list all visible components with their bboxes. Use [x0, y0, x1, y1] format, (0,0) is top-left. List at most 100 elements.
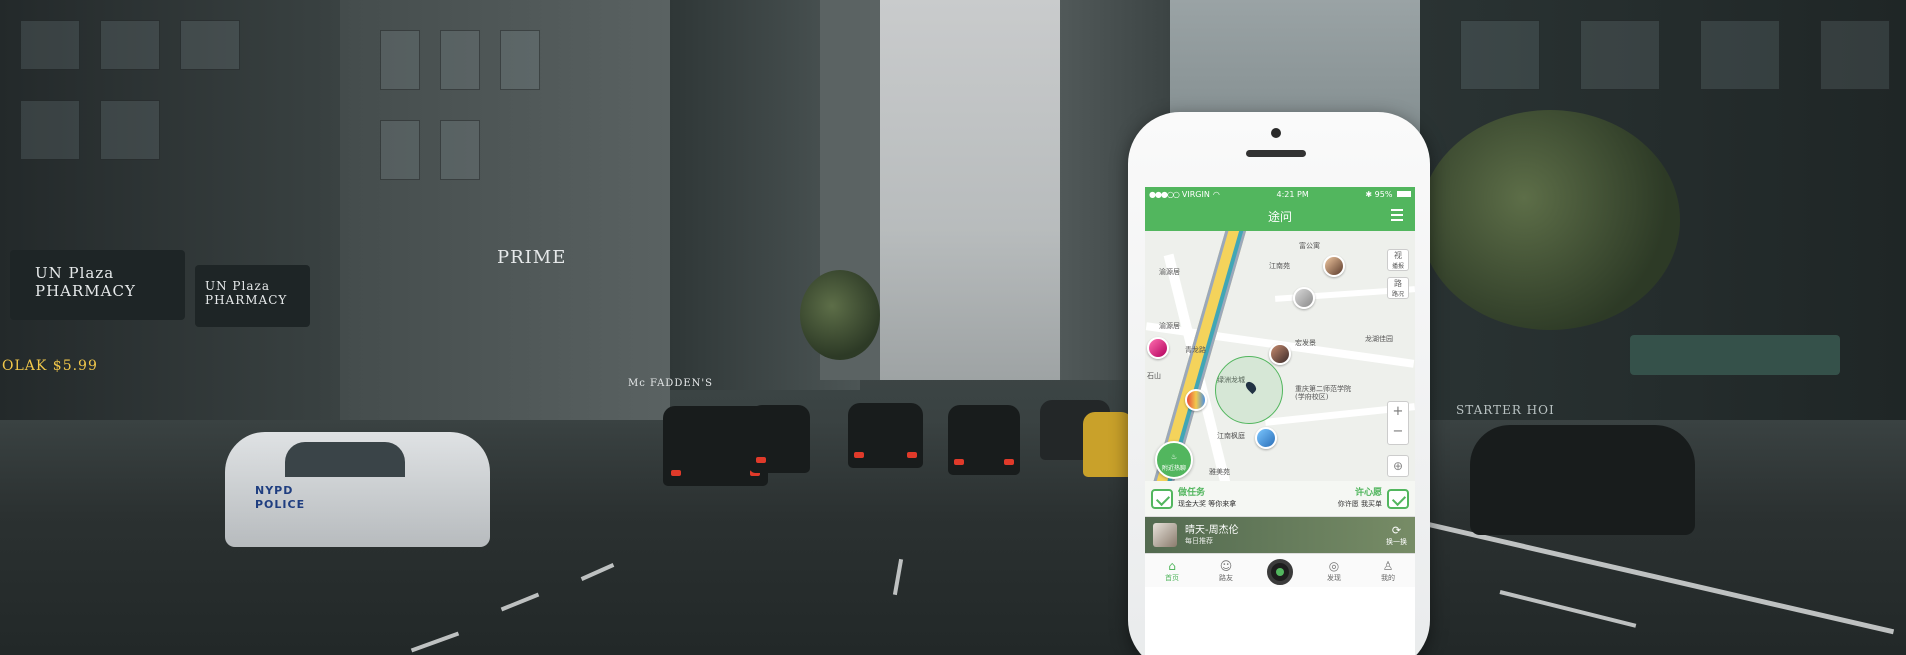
map-label: 渝源居: [1159, 268, 1180, 276]
tab-friends[interactable]: ☺ 路友: [1199, 554, 1253, 587]
nearby-chat-button[interactable]: ♨ 附近热聊: [1155, 441, 1193, 479]
zoom-in-button[interactable]: +: [1388, 402, 1408, 422]
car: [848, 403, 923, 468]
zoom-control: + −: [1387, 401, 1409, 445]
task-panel: 做任务 现金大奖 等你来拿 许心愿 你许愿 我买单: [1145, 481, 1415, 517]
phone-mockup: ●●●○○ VIRGIN ◠ 4:21 PM ✱ 95% 途问 富公寓 渝源居 …: [1128, 112, 1430, 655]
street-background: UN Plaza PHARMACY UN Plaza PHARMACY PRIM…: [0, 0, 1906, 655]
user-avatar[interactable]: [1323, 255, 1345, 277]
map-label: 江南枫庭: [1217, 432, 1245, 440]
wish-card[interactable]: 许心愿 你许愿 我买单: [1280, 481, 1415, 516]
storefront-sign: Mc FADDEN'S: [628, 378, 713, 389]
speaker-grille: [1246, 150, 1306, 157]
storefront-sign: PRIME: [497, 247, 567, 268]
tab-label: 发现: [1327, 573, 1341, 582]
window: [440, 30, 480, 90]
tab-home[interactable]: ⌂ 首页: [1145, 554, 1199, 587]
traffic-label: 路况: [1391, 291, 1404, 298]
nearby-chat-label: 附近热聊: [1161, 465, 1186, 472]
window: [1820, 20, 1890, 90]
user-avatar[interactable]: [1147, 337, 1169, 359]
traffic-icon: 路: [1394, 279, 1402, 288]
storefront-sign: UN Plaza PHARMACY: [205, 279, 288, 307]
map-label: 重庆第二师范学院(学府校区): [1295, 385, 1351, 402]
task-card[interactable]: 做任务 现金大奖 等你来拿: [1145, 481, 1280, 516]
police-car: NYPD POLICE: [225, 432, 490, 547]
battery-percent: 95%: [1374, 189, 1393, 199]
taxi: [1083, 412, 1133, 477]
broadcast-button[interactable]: 视 播报: [1387, 249, 1409, 271]
car: [1470, 425, 1695, 535]
window: [180, 20, 240, 70]
tab-discover[interactable]: ◎ 发现: [1307, 554, 1361, 587]
tab-bar: ⌂ 首页 ☺ 路友 ◎ 发现 ♙ 我的: [1145, 553, 1415, 587]
app-screen: ●●●○○ VIRGIN ◠ 4:21 PM ✱ 95% 途问 富公寓 渝源居 …: [1145, 187, 1415, 655]
storefront-sign: STARTER HOI: [1456, 403, 1555, 417]
user-avatar[interactable]: [1255, 427, 1277, 449]
window: [380, 30, 420, 90]
wish-subtitle: 你许愿 我买单: [1337, 499, 1382, 508]
nav-bar: 途问: [1145, 201, 1415, 231]
map-label: 雅美苑: [1209, 468, 1230, 476]
broadcast-label: 播报: [1391, 263, 1404, 270]
window: [500, 30, 540, 90]
wifi-icon: ◠: [1212, 189, 1220, 199]
carrier-name: VIRGIN: [1181, 189, 1210, 199]
app-title: 途问: [1267, 209, 1292, 224]
wish-title: 许心愿: [1354, 488, 1382, 499]
building-left-1: [0, 0, 340, 480]
tab-center[interactable]: [1253, 554, 1307, 587]
carrier-group: ●●●○○ VIRGIN ◠: [1149, 190, 1220, 199]
map-label: 青龙路: [1185, 346, 1206, 354]
battery-icon: [1396, 190, 1411, 197]
user-avatar[interactable]: [1185, 389, 1207, 411]
sky: [860, 0, 1080, 380]
record-button-icon: [1267, 558, 1293, 585]
car: [750, 405, 810, 473]
locate-button[interactable]: ⊕: [1387, 455, 1409, 477]
pharmacy-awning: UN Plaza PHARMACY: [195, 265, 310, 327]
map-label: 宏发景: [1295, 339, 1316, 347]
window: [20, 20, 80, 70]
storefront-sign: UN Plaza PHARMACY: [35, 264, 136, 300]
tab-label: 首页: [1165, 573, 1179, 582]
window: [1580, 20, 1660, 90]
task-title: 做任务: [1178, 488, 1206, 499]
zoom-out-button[interactable]: −: [1388, 422, 1408, 442]
window: [440, 120, 480, 180]
map-label: 石山: [1147, 372, 1161, 380]
envelope-icon: [1151, 488, 1173, 509]
shuffle-button[interactable]: ⟳ 换一换: [1386, 524, 1407, 547]
map-label: 富公寓: [1299, 242, 1320, 250]
police-label-2: POLICE: [255, 498, 306, 511]
album-cover: [1153, 523, 1177, 547]
battery-group: ✱ 95%: [1365, 190, 1411, 199]
signal-icon: ●●●○○: [1149, 189, 1180, 199]
tab-label: 我的: [1381, 573, 1395, 582]
window: [380, 120, 420, 180]
window: [100, 20, 160, 70]
window: [1700, 20, 1780, 90]
user-avatar[interactable]: [1293, 287, 1315, 309]
compass-icon: ◎: [1328, 558, 1340, 573]
tree: [800, 270, 880, 360]
gift-icon: [1387, 488, 1409, 509]
window: [20, 100, 80, 160]
bluetooth-icon: ✱: [1365, 189, 1373, 199]
status-time: 4:21 PM: [1276, 189, 1309, 199]
police-label-1: NYPD: [255, 484, 294, 497]
music-bar[interactable]: 晴天-周杰伦 每日推荐 ⟳ 换一换: [1145, 517, 1415, 553]
window: [100, 100, 160, 160]
refresh-icon: ⟳: [1391, 523, 1402, 537]
traffic-button[interactable]: 路 路况: [1387, 277, 1409, 299]
menu-icon[interactable]: [1391, 209, 1405, 221]
tab-profile[interactable]: ♙ 我的: [1361, 554, 1415, 587]
song-subtitle: 每日推荐: [1185, 536, 1213, 545]
status-bar: ●●●○○ VIRGIN ◠ 4:21 PM ✱ 95%: [1145, 187, 1415, 201]
task-subtitle: 现金大奖 等你来拿: [1178, 499, 1237, 508]
broadcast-icon: 视: [1394, 251, 1402, 260]
user-icon: ♙: [1382, 558, 1394, 573]
user-avatar[interactable]: [1269, 343, 1291, 365]
map-label: 江南苑: [1269, 262, 1290, 270]
map-view[interactable]: 富公寓 渝源居 江南苑 渝源居 青龙路 石山 绿洲龙城 重庆第二师范学院(学府校…: [1145, 231, 1415, 481]
